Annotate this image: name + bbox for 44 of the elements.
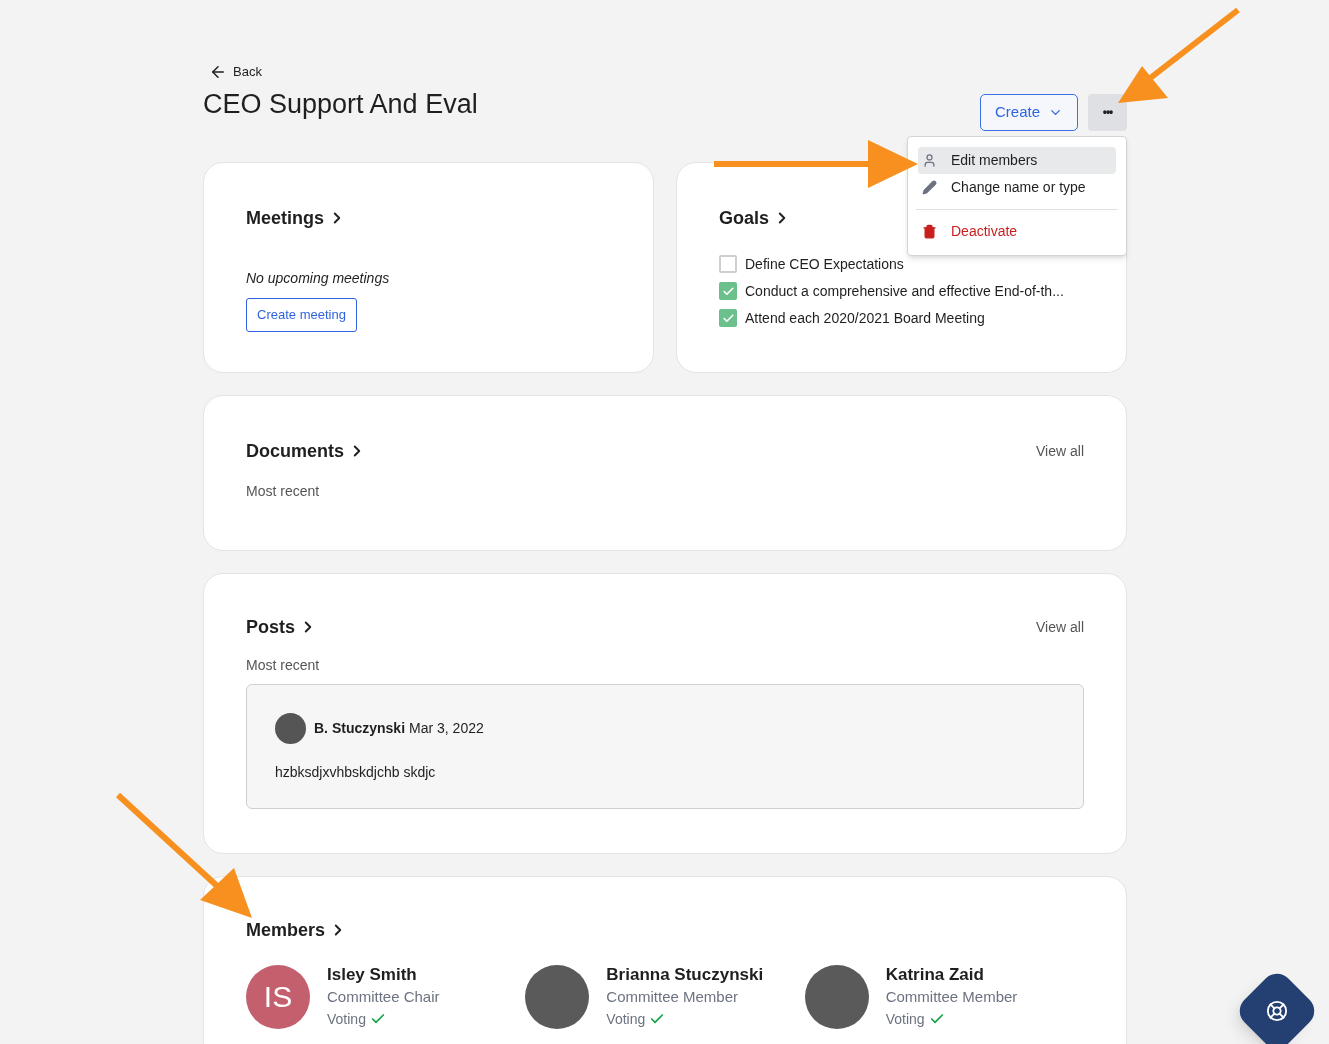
create-button[interactable]: Create [979,93,1078,131]
section-link[interactable]: Documents [246,437,366,465]
section-link[interactable]: Meetings [246,204,611,232]
member-status: Voting [606,1009,646,1029]
goal-label: Define CEO Expectations [745,254,904,274]
member-role: Committee Member [606,986,740,1007]
post-card[interactable]: B. Stuczynski Mar 3, 2022 hzbksdjxvhbskdjchb skdjc [246,683,1084,809]
checkbox[interactable] [719,309,737,327]
avatar-placeholder [275,712,306,744]
view-all-link[interactable]: View all [1036,440,1084,462]
post-body: hzbksdjxvhbskdjchb skdjc [275,762,437,782]
member-status: Voting [327,1009,366,1029]
menu-item[interactable]: Edit members [918,147,1116,174]
check-icon [721,311,735,325]
section-subtitle: Most recent [246,481,321,501]
post-author: B. Stuczynski [314,718,406,738]
pencil-icon [922,180,937,195]
create-meeting-button[interactable]: Create meeting [246,297,357,332]
checkbox[interactable] [719,282,737,300]
member-role: Committee Chair [327,986,440,1007]
lifebuoy-icon [1266,1000,1288,1022]
section-subtitle: Most recent [246,655,321,675]
member-name: Brianna Stuczynski [606,963,764,986]
section-link[interactable]: Members [246,916,1084,944]
initials-avatar: IS [246,964,310,1029]
menu-item[interactable]: Change name or type [918,174,1116,201]
person-icon [922,153,937,168]
section-link[interactable]: Posts [246,613,318,641]
empty-message: No upcoming meetings [246,268,391,288]
view-all-link[interactable]: View all [1036,616,1084,638]
member-status: Voting [885,1009,925,1029]
trash-icon [922,224,937,239]
more-button[interactable]: ••• [1088,93,1127,131]
goal-label: Conduct a comprehensive and effective End-of-th... [745,281,1064,301]
member-role: Committee Member [885,986,1018,1007]
member-name: Isley Smith [327,963,418,986]
member-name: Katrina Zaid [885,963,985,986]
goal-label: Attend each 2020/2021 Board Meeting [745,308,985,328]
back-link[interactable]: Back [209,62,262,82]
post-date: Mar 3, 2022 [409,718,484,738]
page-title: CEO Support And Eval [203,87,478,121]
menu-item[interactable]: Deactivate [918,218,1116,245]
check-icon [721,284,735,298]
checkbox[interactable] [719,255,737,273]
